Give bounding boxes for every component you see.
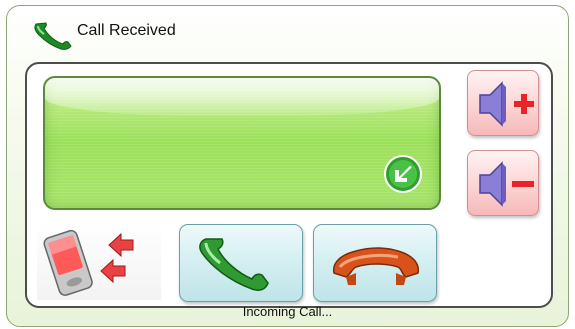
answer-call-button[interactable] bbox=[179, 224, 303, 302]
call-window: Call Received bbox=[6, 5, 569, 327]
green-phone-answer-icon bbox=[199, 238, 269, 291]
incoming-call-arrow-icon bbox=[384, 155, 422, 193]
volume-down-button[interactable] bbox=[467, 150, 539, 216]
speaker-plus-icon bbox=[479, 81, 534, 127]
title-bar: Call Received bbox=[7, 6, 568, 56]
speaker-minus-icon bbox=[479, 161, 534, 207]
call-panel bbox=[25, 62, 553, 308]
volume-up-button[interactable] bbox=[467, 70, 539, 136]
window-title: Call Received bbox=[77, 22, 176, 39]
orange-phone-hangup-icon bbox=[332, 247, 420, 285]
caller-display bbox=[43, 76, 441, 210]
pocket-pc-device-icon bbox=[43, 229, 134, 296]
device-indicator bbox=[37, 220, 161, 300]
incoming-arrows-icon bbox=[100, 232, 134, 284]
hang-up-button[interactable] bbox=[313, 224, 437, 302]
display-gloss bbox=[45, 78, 439, 116]
status-text: Incoming Call... bbox=[242, 304, 333, 319]
phone-handset-icon bbox=[34, 22, 72, 50]
